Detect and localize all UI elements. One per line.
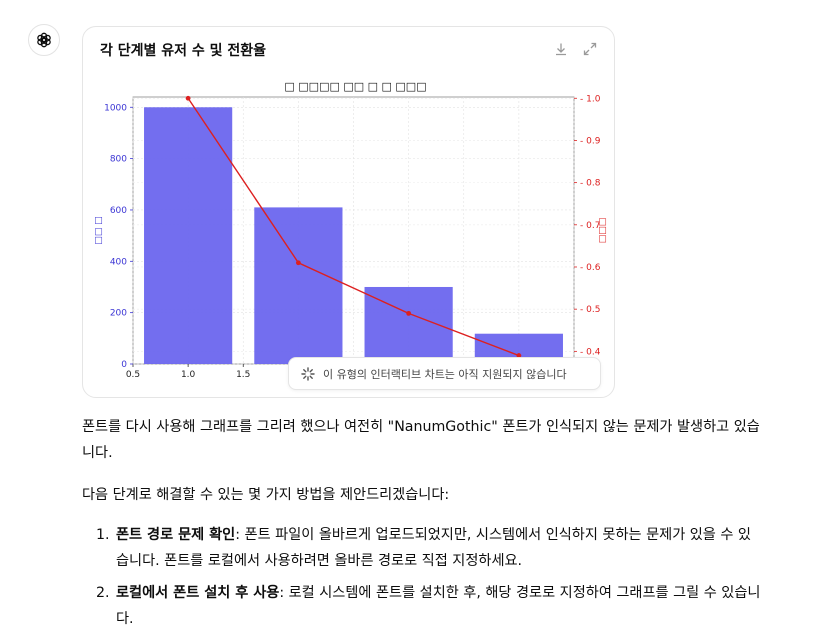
y-right-tick-label: - 0.6 xyxy=(580,263,601,273)
y-right-tick-label: - 1.0 xyxy=(580,94,601,104)
y-right-axis-label: □□□ xyxy=(598,218,608,244)
download-icon xyxy=(556,43,566,56)
y-right-tick-label: - 0.5 xyxy=(580,305,600,315)
chart-area: 0.51.01.52.02.53.03.54.04.50200400600800… xyxy=(89,77,609,380)
suggestion-list: 폰트 경로 문제 확인: 폰트 파일이 올바르게 업로드되었지만, 시스템에서 … xyxy=(82,522,762,632)
bar xyxy=(254,207,343,364)
assistant-message: 폰트를 다시 사용해 그래프를 그리려 했으나 여전히 "NanumGothic… xyxy=(82,414,762,638)
expand-button[interactable] xyxy=(582,41,598,57)
list-item-title: 로컬에서 폰트 설치 후 사용 xyxy=(116,585,280,601)
conversion-point xyxy=(185,95,191,101)
unsupported-chart-text: 이 유형의 인터랙티브 차트는 아직 지원되지 않습니다 xyxy=(323,367,567,381)
y-right-tick-label: - 0.4 xyxy=(580,347,601,357)
bar xyxy=(144,107,233,364)
y-left-tick-label: 400 xyxy=(110,257,127,267)
message-paragraph-2: 다음 단계로 해결할 수 있는 몇 가지 방법을 제안드리겠습니다: xyxy=(82,487,450,503)
funnel-chart: 0.51.01.52.02.53.03.54.04.50200400600800… xyxy=(94,80,608,380)
y-left-tick-label: 600 xyxy=(110,206,127,216)
x-tick-label: 1.0 xyxy=(181,370,196,377)
expand-icon xyxy=(583,42,597,56)
y-left-tick-label: 1000 xyxy=(104,103,127,113)
x-tick-label: 0.5 xyxy=(126,370,140,377)
assistant-avatar xyxy=(28,24,60,56)
list-item: 폰트 경로 문제 확인: 폰트 파일이 올바르게 업로드되었지만, 시스템에서 … xyxy=(114,522,762,574)
y-left-tick-label: 200 xyxy=(110,309,127,319)
y-left-tick-label: 800 xyxy=(110,155,127,165)
list-item-title: 폰트 경로 문제 확인 xyxy=(116,527,236,543)
x-tick-label: 1.5 xyxy=(236,370,250,377)
list-item: 로컬에서 폰트 설치 후 사용: 로컬 시스템에 폰트를 설치한 후, 해당 경… xyxy=(114,580,762,632)
sparkle-loader-icon xyxy=(301,366,315,381)
message-paragraph-1: 폰트를 다시 사용해 그래프를 그리려 했으나 여전히 "NanumGothic… xyxy=(82,419,760,461)
conversion-point xyxy=(406,310,412,316)
download-button[interactable] xyxy=(553,41,569,57)
chart-card-title: 각 단계별 유저 수 및 전환율 xyxy=(100,43,267,59)
openai-logo-icon xyxy=(37,32,51,48)
y-left-axis-label: □□ □ xyxy=(94,216,104,244)
y-left-tick-label: 0 xyxy=(121,360,127,370)
conversion-point xyxy=(295,260,301,266)
y-right-tick-label: - 0.9 xyxy=(580,136,601,146)
chart-title: □ □□□□ □□ □ □ □□□ xyxy=(284,80,426,93)
chart-card: 각 단계별 유저 수 및 전환율 0.51.01.52.02.53.03.54.… xyxy=(82,26,615,398)
unsupported-chart-notice: 이 유형의 인터랙티브 차트는 아직 지원되지 않습니다 xyxy=(288,357,601,390)
chart-card-toolbar xyxy=(553,41,598,57)
y-right-tick-label: - 0.8 xyxy=(580,179,601,189)
